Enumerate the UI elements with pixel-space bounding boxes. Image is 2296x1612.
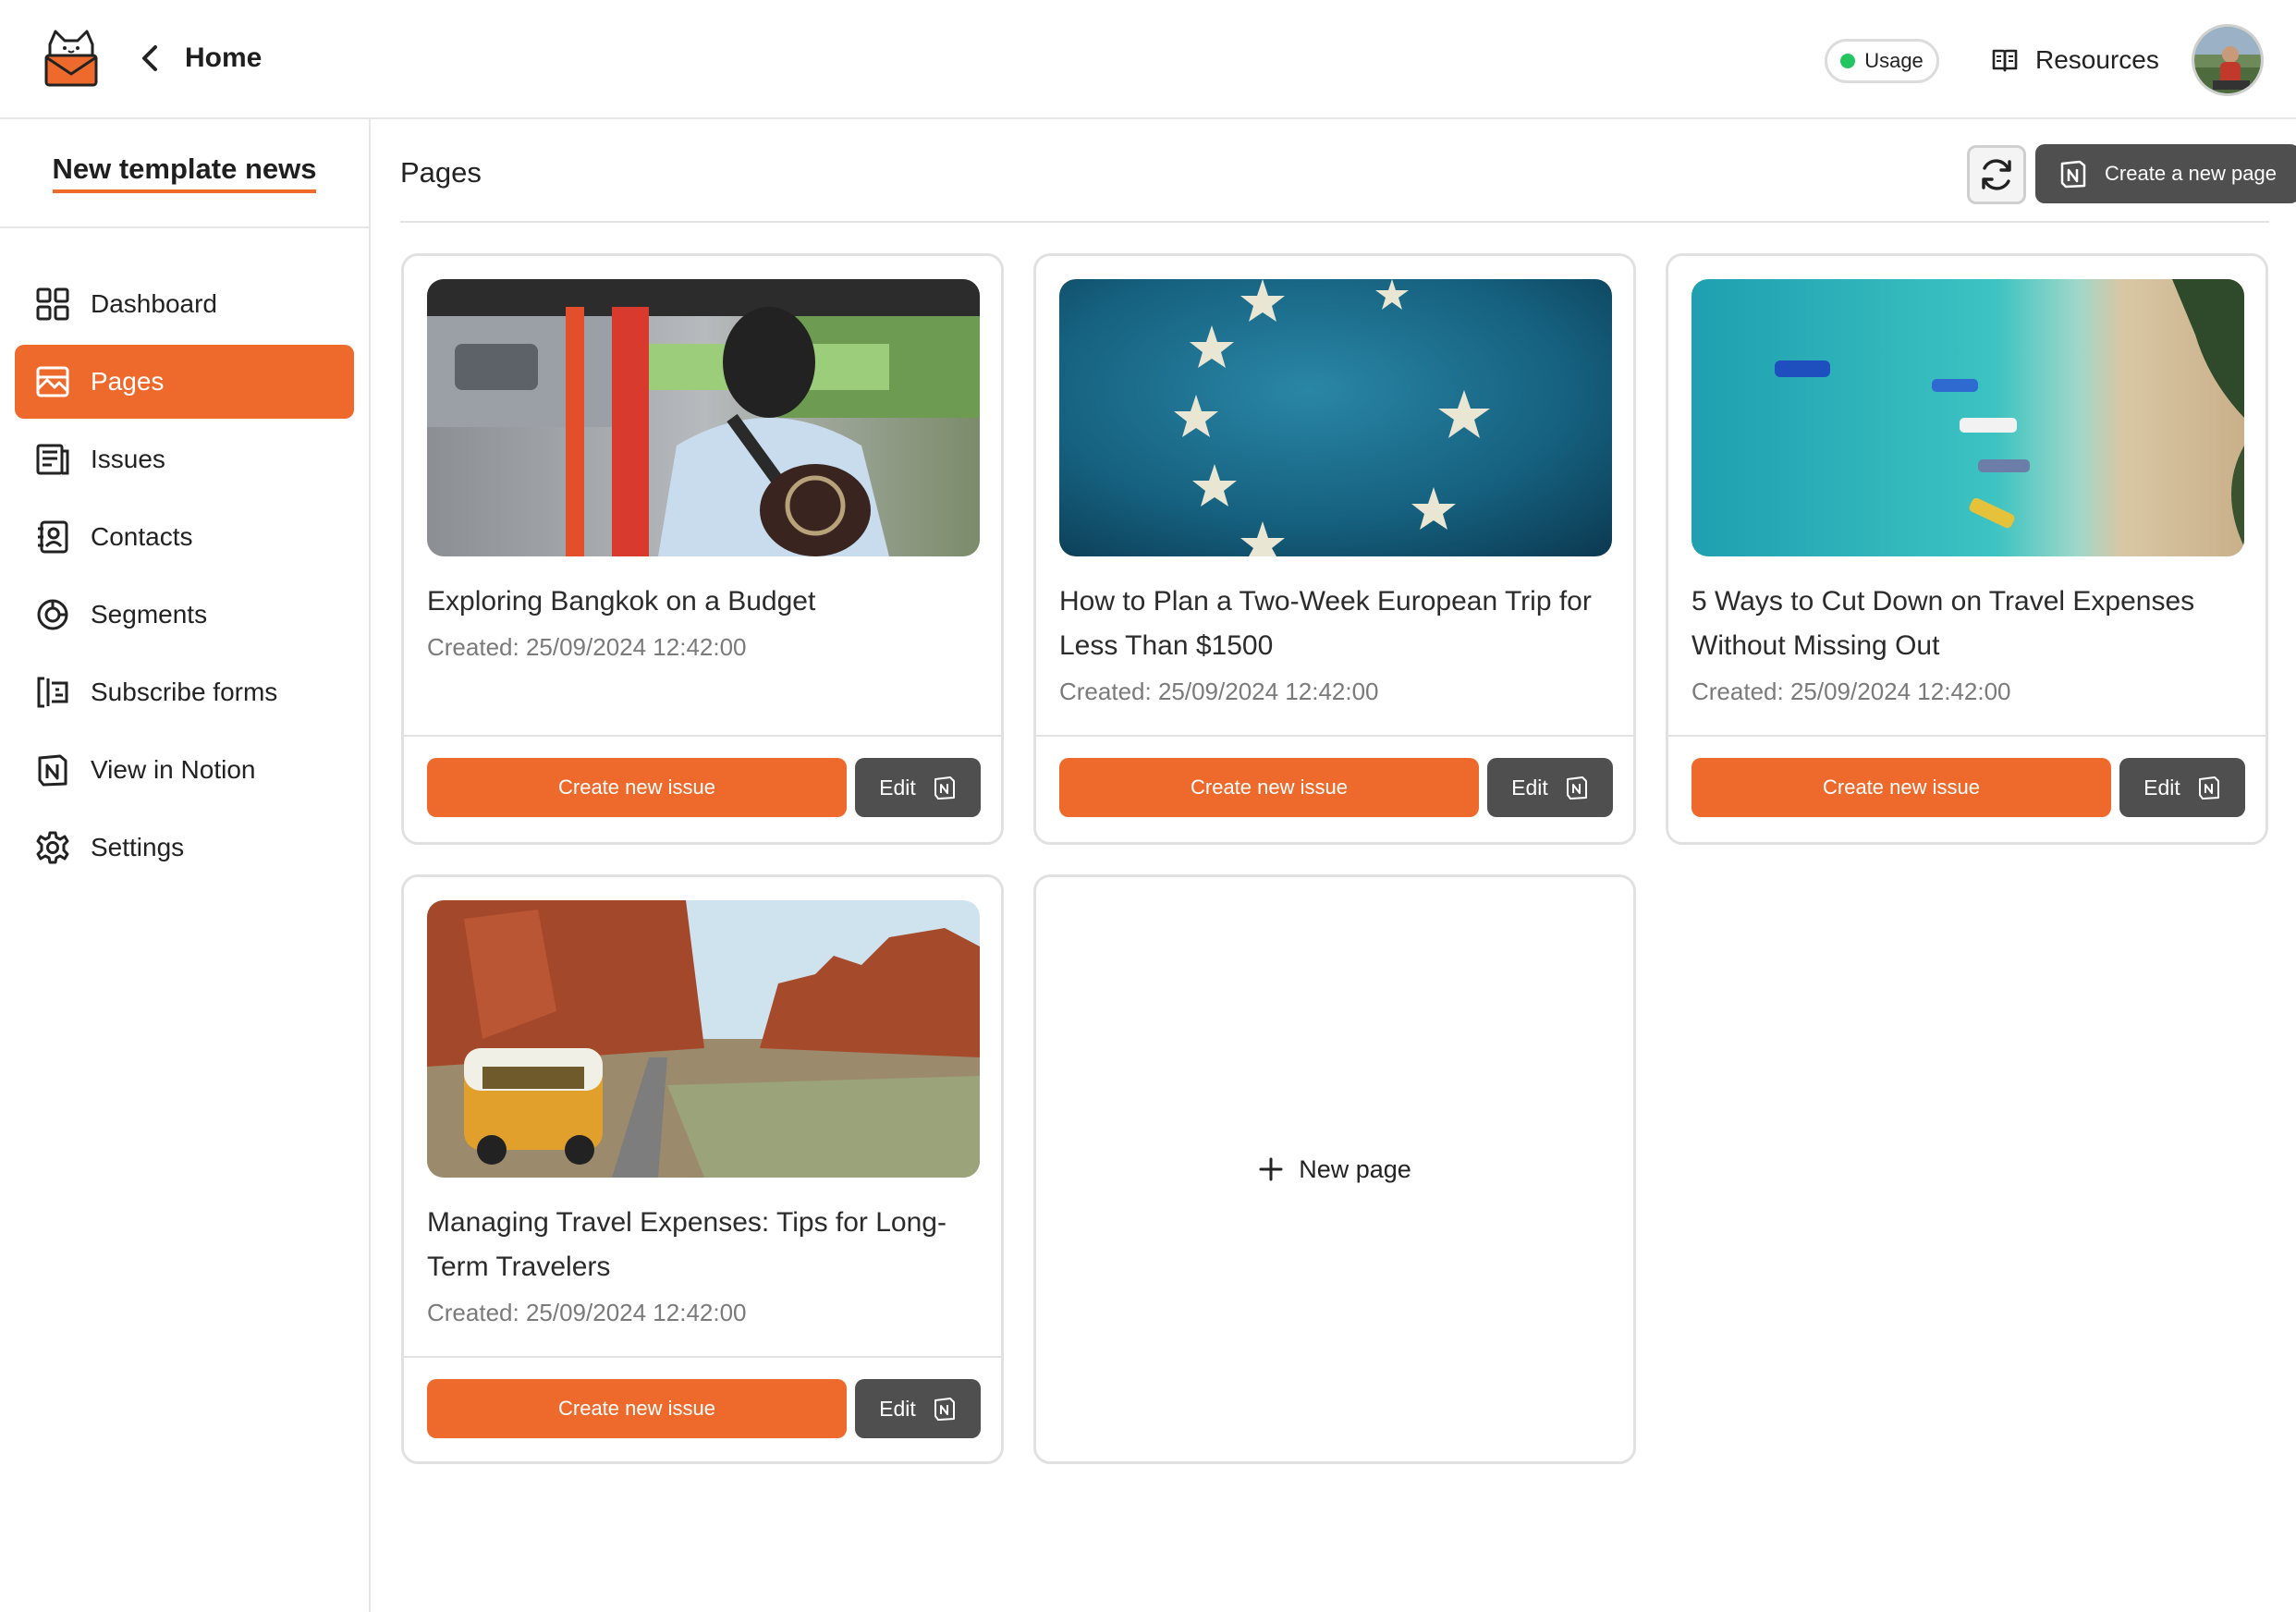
edit-button[interactable]: Edit	[2119, 758, 2245, 817]
edit-label: Edit	[2143, 775, 2180, 800]
sidebar-item-issues[interactable]: Issues	[15, 422, 354, 496]
sidebar-item-label: Segments	[91, 600, 208, 629]
notion-icon	[2060, 160, 2086, 189]
sidebar-item-label: Issues	[91, 445, 165, 473]
notion-icon	[934, 1398, 955, 1421]
notion-icon	[38, 754, 67, 787]
create-new-issue-button[interactable]: Create new issue	[1691, 758, 2111, 817]
edit-button[interactable]: Edit	[855, 758, 981, 817]
aerial-beach-photo	[1691, 279, 2244, 556]
sidebar-item-subscribe-forms[interactable]: Subscribe forms	[15, 655, 354, 729]
page-card: Exploring Bangkok on a Budget Created: 2…	[401, 253, 1004, 845]
card-created-date: Created: 25/09/2024 12:42:00	[427, 1299, 747, 1326]
create-new-issue-button[interactable]: Create new issue	[427, 758, 847, 817]
home-label: Home	[185, 43, 263, 73]
main-content: Pages Create a new page Exploring Bangko…	[372, 119, 2296, 1612]
card-title[interactable]: Managing Travel Expenses: Tips for Long-…	[427, 1201, 982, 1289]
card-created-date: Created: 25/09/2024 12:42:00	[427, 633, 747, 661]
notion-icon	[2198, 776, 2219, 800]
sidebar-item-label: Subscribe forms	[91, 678, 278, 706]
contacts-icon	[38, 520, 68, 554]
new-page-card[interactable]: New page	[1033, 874, 1636, 1464]
card-footer	[404, 1356, 1001, 1358]
cat-mail-logo-icon[interactable]	[41, 28, 102, 89]
newspaper-icon	[36, 444, 69, 475]
resources-link[interactable]: Resources	[1991, 41, 2159, 79]
notion-icon	[934, 776, 955, 800]
edit-label: Edit	[1511, 775, 1548, 800]
create-page-label: Create a new page	[2105, 162, 2277, 185]
sidebar-item-dashboard[interactable]: Dashboard	[15, 267, 354, 341]
form-icon	[37, 677, 68, 708]
edit-label: Edit	[879, 1396, 916, 1421]
resources-label: Resources	[2035, 45, 2159, 74]
dashboard-icon	[36, 287, 69, 321]
plus-icon	[1259, 1157, 1283, 1181]
usage-label: Usage	[1864, 49, 1924, 72]
card-title[interactable]: Exploring Bangkok on a Budget	[427, 580, 982, 624]
card-image	[427, 279, 980, 556]
sidebar-item-pages[interactable]: Pages	[15, 345, 354, 419]
page-card: How to Plan a Two-Week European Trip for…	[1033, 253, 1636, 845]
card-created-date: Created: 25/09/2024 12:42:00	[1059, 678, 1379, 705]
edit-label: Edit	[879, 775, 916, 800]
page-card: Managing Travel Expenses: Tips for Long-…	[401, 874, 1004, 1464]
card-title[interactable]: 5 Ways to Cut Down on Travel Expenses Wi…	[1691, 580, 2246, 668]
tuk-tuk-photo	[427, 279, 980, 556]
card-image	[1059, 279, 1612, 556]
image-icon	[36, 366, 69, 397]
card-title[interactable]: How to Plan a Two-Week European Trip for…	[1059, 580, 1614, 668]
sidebar-nav: Dashboard Pages Issues Contacts Segments…	[0, 228, 369, 885]
card-footer	[404, 735, 1001, 737]
sidebar-item-label: View in Notion	[91, 755, 256, 784]
avatar-photo	[2194, 27, 2261, 93]
sidebar-item-view-in-notion[interactable]: View in Notion	[15, 733, 354, 807]
refresh-button[interactable]	[1967, 145, 2026, 204]
card-footer	[1036, 735, 1633, 737]
create-new-issue-button[interactable]: Create new issue	[1059, 758, 1479, 817]
main-header: Pages Create a new page	[400, 119, 2296, 223]
sidebar-item-label: Pages	[91, 367, 165, 396]
page-card: 5 Ways to Cut Down on Travel Expenses Wi…	[1666, 253, 2268, 845]
sidebar-item-label: Settings	[91, 833, 185, 861]
gear-icon	[36, 831, 69, 864]
card-image	[427, 900, 980, 1178]
page-title: Pages	[400, 156, 482, 189]
card-created-date: Created: 25/09/2024 12:42:00	[1691, 678, 2011, 705]
segments-icon	[37, 599, 68, 630]
sidebar-item-label: Contacts	[91, 522, 193, 551]
usage-button[interactable]: Usage	[1825, 39, 1939, 83]
sidebar-item-contacts[interactable]: Contacts	[15, 500, 354, 574]
sidebar: New template news Dashboard Pages Issues…	[0, 119, 371, 1612]
notion-icon	[1566, 776, 1587, 800]
edit-button[interactable]: Edit	[855, 1379, 981, 1438]
new-page-label: New page	[1299, 1154, 1411, 1183]
top-bar: Home Usage Resources	[0, 0, 2296, 119]
card-footer	[1668, 735, 2265, 737]
user-avatar[interactable]	[2192, 24, 2264, 96]
create-new-issue-button[interactable]: Create new issue	[427, 1379, 847, 1438]
project-header: New template news	[0, 119, 369, 228]
project-name[interactable]: New template news	[52, 153, 317, 193]
status-dot-icon	[1840, 54, 1856, 68]
chevron-left-icon	[142, 45, 157, 71]
edit-button[interactable]: Edit	[1487, 758, 1613, 817]
refresh-icon	[1982, 159, 2011, 190]
back-home-link[interactable]: Home	[137, 37, 262, 79]
van-desert-photo	[427, 900, 980, 1178]
sidebar-item-settings[interactable]: Settings	[15, 811, 354, 885]
sidebar-item-label: Dashboard	[91, 289, 217, 318]
create-new-page-button[interactable]: Create a new page	[2035, 144, 2296, 203]
eu-flag-photo	[1059, 279, 1612, 556]
book-icon	[1992, 49, 2018, 72]
sidebar-item-segments[interactable]: Segments	[15, 578, 354, 652]
card-image	[1691, 279, 2244, 556]
